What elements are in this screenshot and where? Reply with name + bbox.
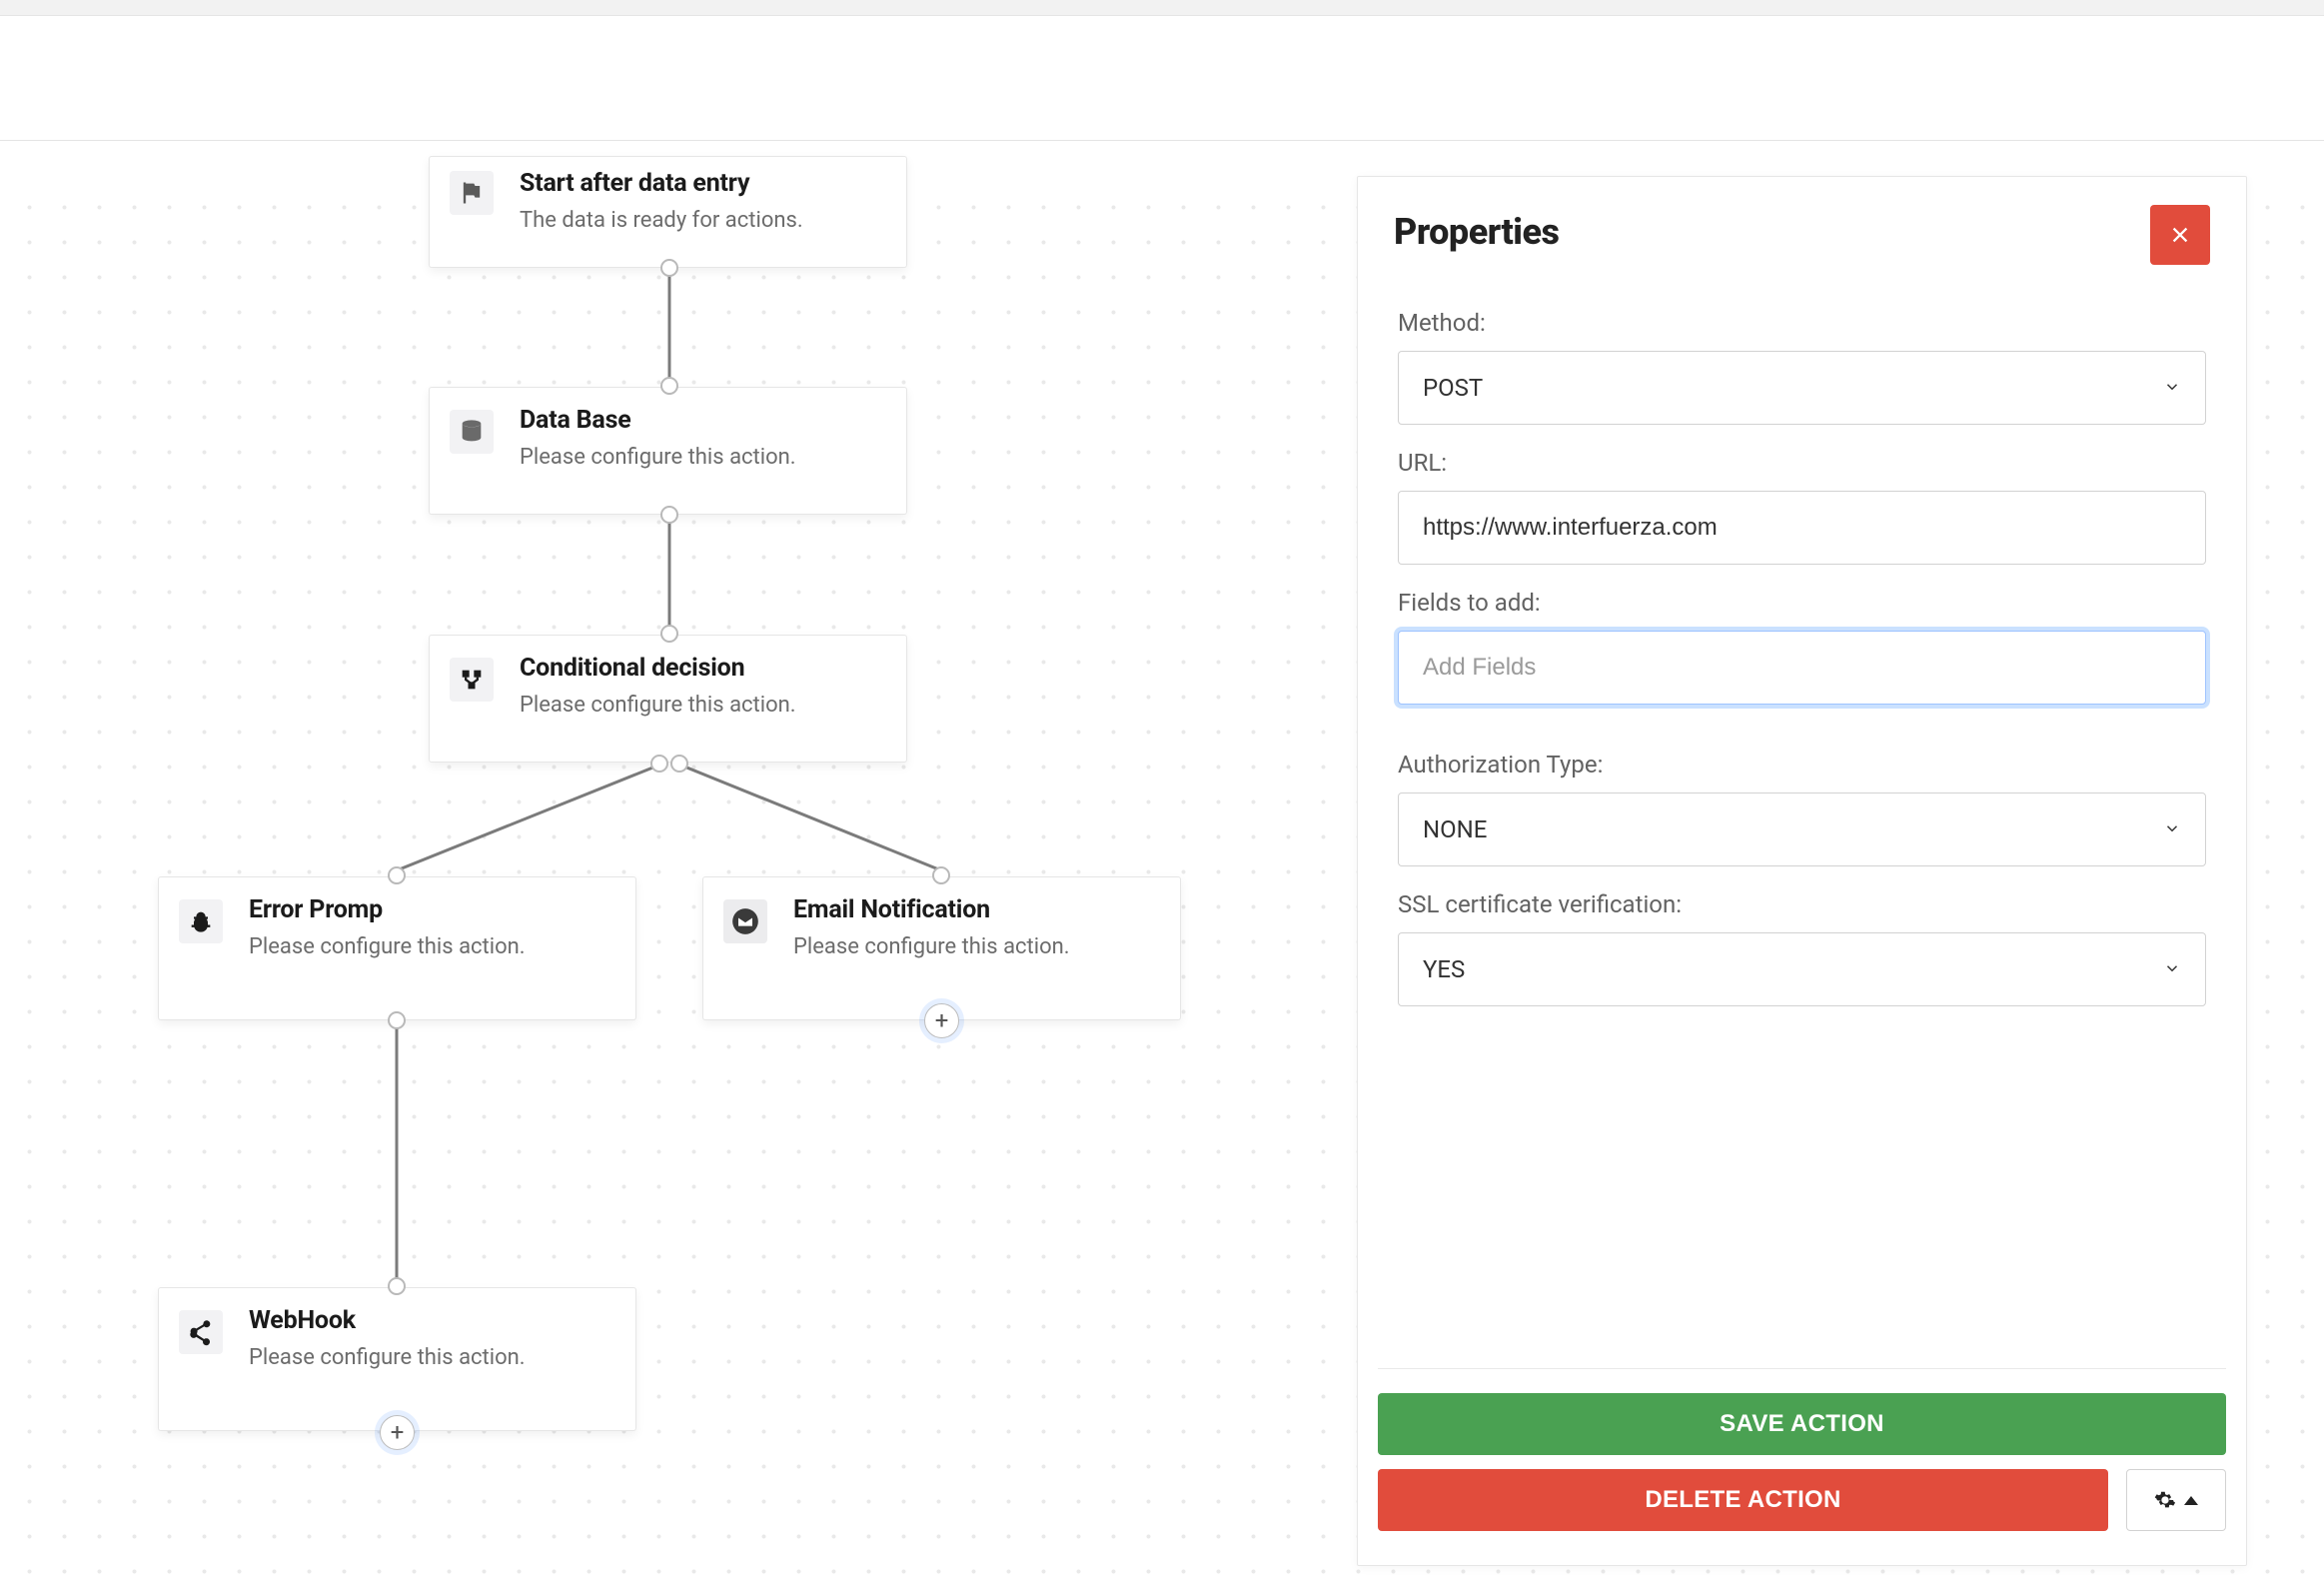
ssl-value: YES <box>1423 955 1465 983</box>
node-title: Error Promp <box>249 895 615 924</box>
node-webhook[interactable]: WebHook Please configure this action. <box>158 1287 636 1431</box>
port[interactable] <box>932 866 950 884</box>
auth-value: NONE <box>1423 815 1487 843</box>
port[interactable] <box>388 866 406 884</box>
share-icon <box>179 1310 223 1354</box>
gear-icon <box>2154 1489 2176 1511</box>
plus-icon: + <box>935 1008 949 1032</box>
mail-icon <box>723 899 767 943</box>
node-subtitle: Please configure this action. <box>793 934 1160 959</box>
method-value: POST <box>1423 374 1483 402</box>
close-icon <box>2169 224 2191 246</box>
top-strip <box>0 0 2324 16</box>
method-label: Method: <box>1398 309 2206 337</box>
port[interactable] <box>660 259 678 277</box>
port[interactable] <box>660 506 678 524</box>
node-subtitle: Please configure this action. <box>249 1345 615 1370</box>
node-start[interactable]: Start after data entry The data is ready… <box>429 156 907 268</box>
ssl-select[interactable]: YES <box>1398 932 2206 1006</box>
node-title: Data Base <box>520 406 886 435</box>
url-field[interactable] <box>1423 514 2181 542</box>
node-title: Conditional decision <box>520 654 886 683</box>
properties-panel: Properties Method: POST URL: Fields to a… <box>1357 176 2247 1566</box>
port[interactable] <box>388 1277 406 1295</box>
node-title: Start after data entry <box>520 169 886 198</box>
node-title: WebHook <box>249 1306 615 1335</box>
add-child-button[interactable]: + <box>924 1003 959 1038</box>
port[interactable] <box>660 377 678 395</box>
options-button[interactable] <box>2126 1469 2226 1531</box>
flag-icon <box>450 171 494 215</box>
header-bar <box>0 16 2324 141</box>
url-label: URL: <box>1398 449 2206 477</box>
delete-button[interactable]: DELETE ACTION <box>1378 1469 2108 1531</box>
node-database[interactable]: Data Base Please configure this action. <box>429 387 907 515</box>
database-icon <box>450 410 494 454</box>
node-subtitle: The data is ready for actions. <box>520 208 886 233</box>
chevron-down-icon <box>2163 374 2181 402</box>
node-subtitle: Please configure this action. <box>520 445 886 470</box>
bug-icon <box>179 899 223 943</box>
auth-label: Authorization Type: <box>1398 751 2206 779</box>
chevron-down-icon <box>2163 955 2181 983</box>
port[interactable] <box>670 755 688 773</box>
port[interactable] <box>660 625 678 643</box>
delete-label: DELETE ACTION <box>1645 1486 1840 1514</box>
node-subtitle: Please configure this action. <box>249 934 615 959</box>
panel-title: Properties <box>1394 211 1560 253</box>
ssl-label: SSL certificate verification: <box>1398 890 2206 918</box>
fields-input[interactable] <box>1398 631 2206 705</box>
divider <box>1378 1368 2226 1369</box>
save-button[interactable]: SAVE ACTION <box>1378 1393 2226 1455</box>
url-input[interactable] <box>1398 491 2206 565</box>
close-button[interactable] <box>2150 205 2210 265</box>
node-email[interactable]: Email Notification Please configure this… <box>702 876 1181 1020</box>
caret-up-icon <box>2184 1496 2198 1505</box>
node-error[interactable]: Error Promp Please configure this action… <box>158 876 636 1020</box>
node-title: Email Notification <box>793 895 1160 924</box>
node-subtitle: Please configure this action. <box>520 693 886 718</box>
method-select[interactable]: POST <box>1398 351 2206 425</box>
chevron-down-icon <box>2163 815 2181 843</box>
port[interactable] <box>650 755 668 773</box>
fields-field[interactable] <box>1423 654 2181 682</box>
port[interactable] <box>388 1011 406 1029</box>
auth-select[interactable]: NONE <box>1398 793 2206 866</box>
save-label: SAVE ACTION <box>1720 1410 1884 1438</box>
branch-icon <box>450 658 494 702</box>
fields-label: Fields to add: <box>1398 589 2206 617</box>
node-conditional[interactable]: Conditional decision Please configure th… <box>429 635 907 763</box>
add-child-button[interactable]: + <box>380 1415 415 1450</box>
plus-icon: + <box>391 1420 405 1444</box>
